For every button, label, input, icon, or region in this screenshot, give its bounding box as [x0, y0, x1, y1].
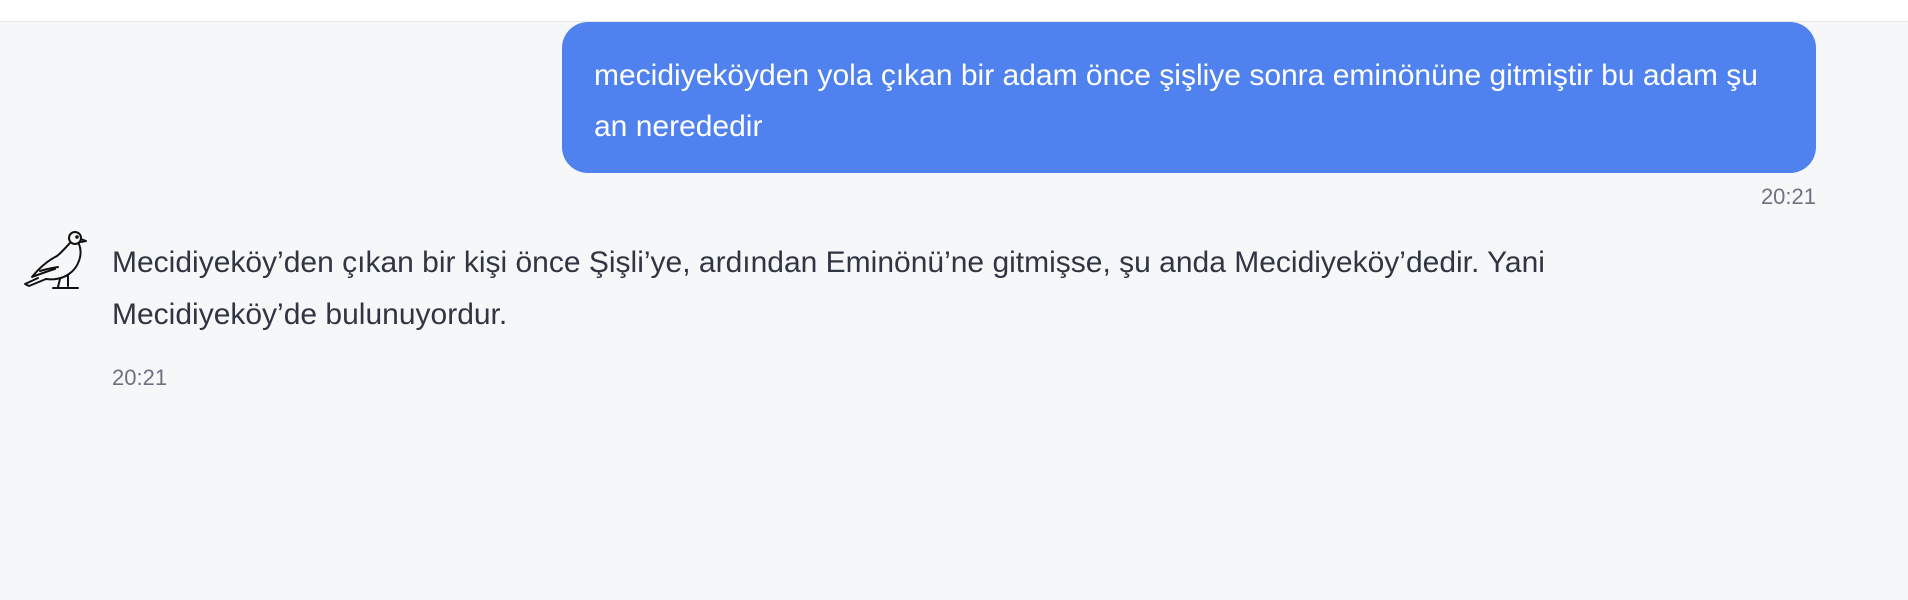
user-message-bubble: mecidiyeköyden yola çıkan bir adam önce … — [562, 22, 1816, 173]
chat-area[interactable]: mecidiyeköyden yola çıkan bir adam önce … — [0, 22, 1908, 600]
assistant-message-text: Mecidiyeköy’den çıkan bir kişi önce Şişl… — [112, 246, 1545, 331]
user-message-text: mecidiyeköyden yola çıkan bir adam önce … — [594, 59, 1758, 143]
top-bar — [0, 0, 1908, 22]
assistant-message-timestamp: 20:21 — [112, 365, 168, 390]
pigeon-icon — [22, 229, 88, 295]
user-message-timestamp: 20:21 — [1760, 184, 1816, 209]
